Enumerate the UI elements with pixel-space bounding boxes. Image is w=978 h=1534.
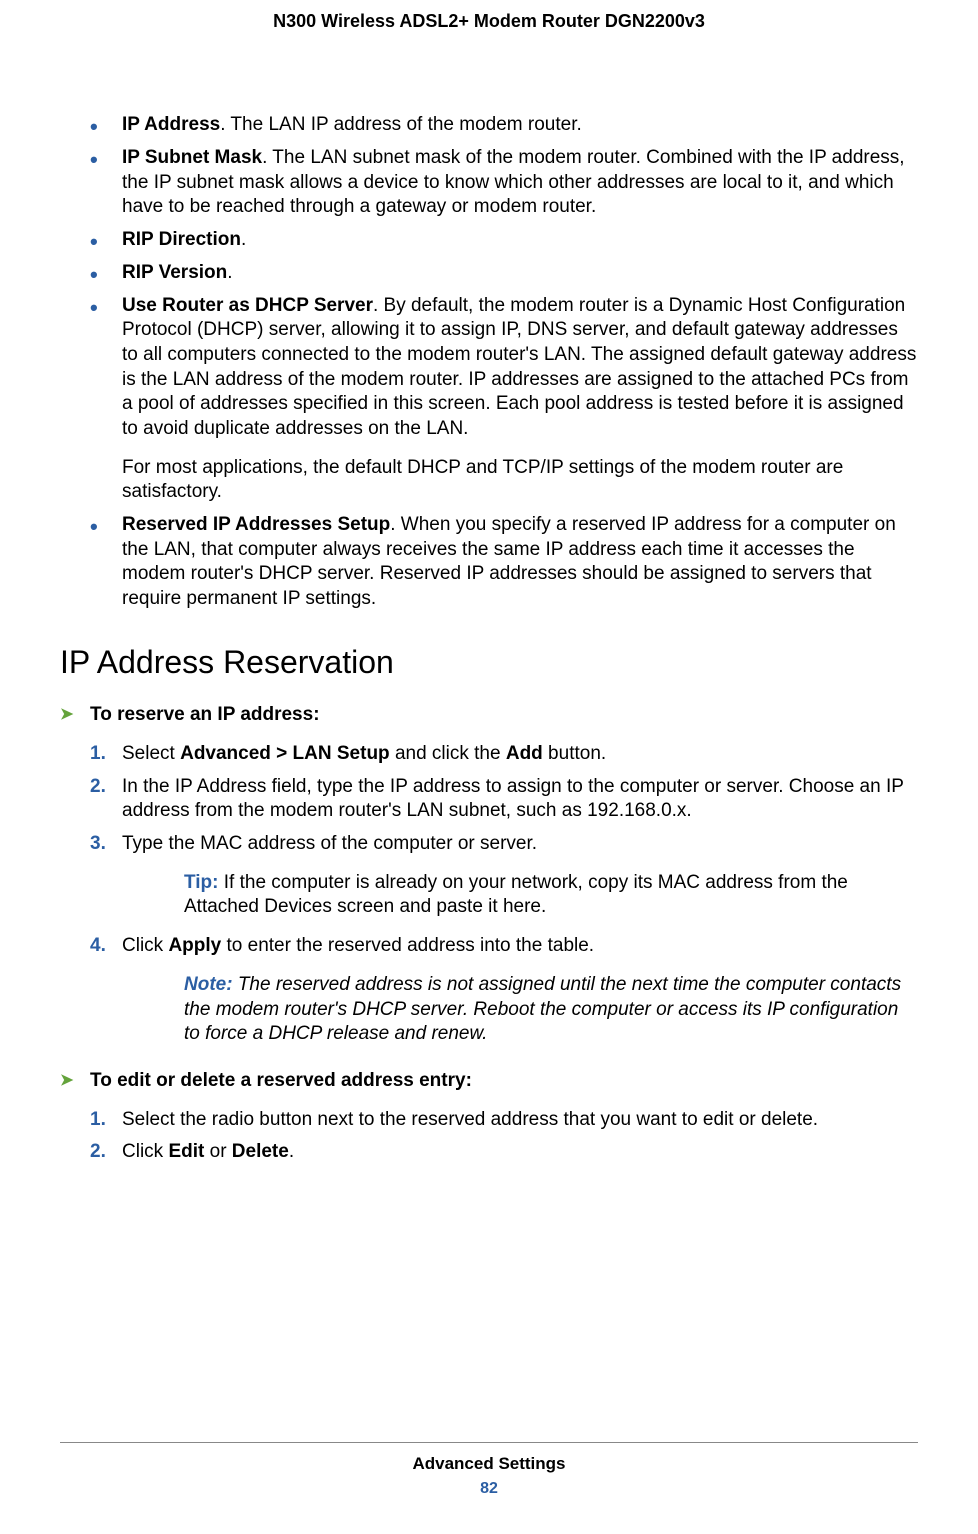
document-page: N300 Wireless ADSL2+ Modem Router DGN220…	[0, 0, 978, 1510]
definition: . By default, the modem router is a Dyna…	[122, 295, 916, 439]
footer-section-title: Advanced Settings	[60, 1453, 918, 1475]
ui-element: Delete	[232, 1141, 289, 1162]
step-text: or	[204, 1141, 231, 1162]
step-text: In the IP Address field, type the IP add…	[122, 776, 904, 822]
step-item: In the IP Address field, type the IP add…	[90, 775, 918, 824]
procedure-heading: To reserve an IP address:	[60, 703, 918, 728]
bullet-item: Use Router as DHCP Server. By default, t…	[90, 294, 918, 506]
term: RIP Direction	[122, 229, 241, 250]
tip-text: If the computer is already on your netwo…	[184, 872, 848, 918]
note-text: The reserved address is not assigned unt…	[184, 974, 901, 1044]
page-header: N300 Wireless ADSL2+ Modem Router DGN220…	[60, 10, 918, 33]
step-text: button.	[543, 743, 606, 764]
step-list: Select Advanced > LAN Setup and click th…	[60, 742, 918, 1047]
definition: .	[241, 229, 246, 250]
extra-paragraph: For most applications, the default DHCP …	[122, 456, 918, 505]
bullet-item: IP Subnet Mask. The LAN subnet mask of t…	[90, 146, 918, 220]
tip-label: Tip:	[184, 872, 224, 893]
tip-block: Tip: If the computer is already on your …	[184, 871, 918, 920]
definition: . The LAN IP address of the modem router…	[220, 114, 582, 135]
bullet-item: Reserved IP Addresses Setup. When you sp…	[90, 513, 918, 612]
step-text: and click the	[390, 743, 506, 764]
step-text: to enter the reserved address into the t…	[221, 935, 594, 956]
term: RIP Version	[122, 262, 227, 283]
step-item: Select the radio button next to the rese…	[90, 1108, 918, 1133]
step-item: Select Advanced > LAN Setup and click th…	[90, 742, 918, 767]
step-item: Type the MAC address of the computer or …	[90, 832, 918, 920]
procedure-heading: To edit or delete a reserved address ent…	[60, 1069, 918, 1094]
bullet-item: RIP Version.	[90, 261, 918, 286]
note-block: Note: The reserved address is not assign…	[184, 973, 918, 1047]
step-item: Click Edit or Delete.	[90, 1140, 918, 1165]
term: Reserved IP Addresses Setup	[122, 514, 390, 535]
note-label: Note:	[184, 974, 238, 995]
step-text: Click	[122, 935, 168, 956]
footer-page-number: 82	[60, 1479, 918, 1500]
bullet-list: IP Address. The LAN IP address of the mo…	[60, 113, 918, 611]
ui-element: Edit	[168, 1141, 204, 1162]
step-text: .	[289, 1141, 294, 1162]
term: Use Router as DHCP Server	[122, 295, 373, 316]
step-list: Select the radio button next to the rese…	[60, 1108, 918, 1165]
step-item: Click Apply to enter the reserved addres…	[90, 934, 918, 1047]
step-text: Type the MAC address of the computer or …	[122, 833, 537, 854]
step-text: Click	[122, 1141, 168, 1162]
term: IP Subnet Mask	[122, 147, 262, 168]
bullet-item: RIP Direction.	[90, 228, 918, 253]
step-text: Select the radio button next to the rese…	[122, 1109, 818, 1130]
section-heading: IP Address Reservation	[60, 642, 918, 684]
ui-element: Apply	[168, 935, 221, 956]
bullet-item: IP Address. The LAN IP address of the mo…	[90, 113, 918, 138]
page-footer: Advanced Settings 82	[60, 1442, 918, 1500]
step-text: Select	[122, 743, 180, 764]
definition: .	[227, 262, 232, 283]
term: IP Address	[122, 114, 220, 135]
ui-path: Advanced > LAN Setup	[180, 743, 390, 764]
ui-element: Add	[506, 743, 543, 764]
